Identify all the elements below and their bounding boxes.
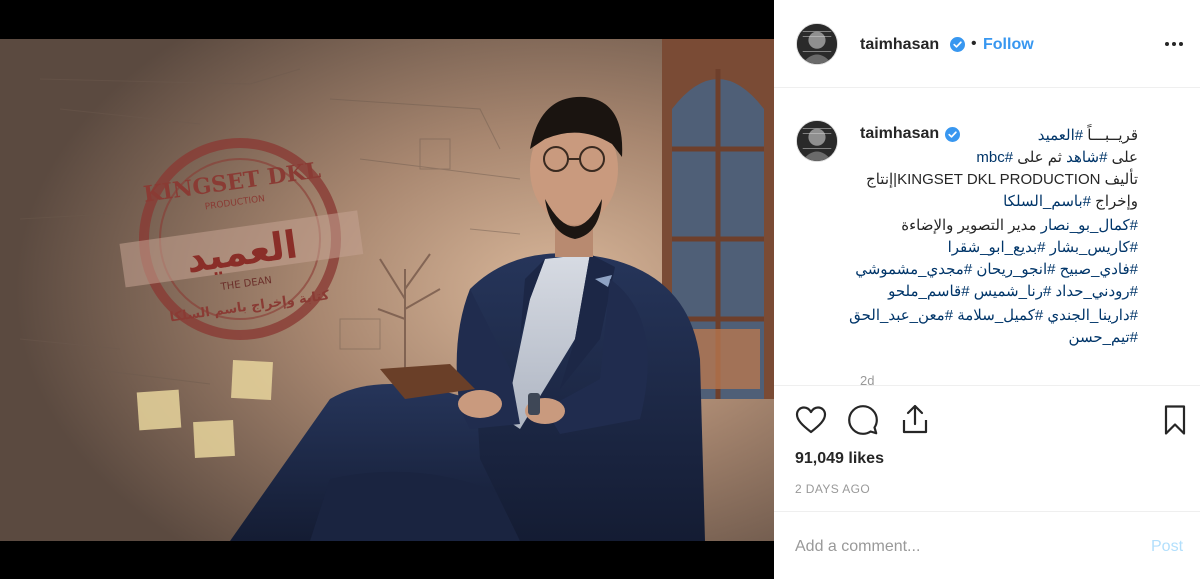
caption-line: #رودني_حداد #رنا_شميس #قاسم_ملحو [888,281,1138,302]
post-media-pane: KINGSET DKL PRODUCTION العميد THE DEAN ك… [0,0,774,579]
hashtag-link[interactable]: #معن_عبد_الحق [849,307,953,324]
avatar[interactable] [796,23,838,65]
hashtag-link[interactable]: #فادي_صبيح [1060,261,1138,278]
hashtag-link[interactable]: #دارينا_الجندي [1047,307,1138,324]
caption-line: على #شاهد ثم على #mbc [976,147,1138,168]
caption-area: taimhasan قريــبـــاً #العميد على #شاهد ث… [774,89,1200,385]
avatar-image [797,121,837,161]
hashtag-link[interactable]: #رودني_حداد [1055,283,1138,300]
post-comment-button[interactable]: Post [1151,538,1183,556]
follow-button[interactable]: Follow [983,36,1034,54]
post-side-panel: taimhasan • Follow taimhasan قريــبـــاً… [774,0,1200,579]
caption-avatar[interactable] [796,120,838,162]
bookmark-icon[interactable] [1158,403,1192,437]
caption-username-link[interactable]: taimhasan [860,125,939,143]
likes-count[interactable]: 91,049 likes [795,450,884,468]
avatar-image [797,24,837,64]
hashtag-link[interactable]: #رنا_شميس [974,283,1052,300]
share-icon[interactable] [898,402,932,436]
caption-line: #كاريس_بشار #بديع_ابو_شقرا [948,237,1138,258]
hashtag-link[interactable]: #شاهد [1066,149,1107,166]
caption-head: taimhasan [860,125,962,143]
hashtag-link[interactable]: #مجدي_مشموشي [855,261,972,278]
caption-text-segment: قريــبـــاً [1087,127,1138,144]
caption-line: #دارينا_الجندي #كميل_سلامة #معن_عبد_الحق [849,305,1138,326]
verified-badge-icon [945,126,961,142]
caption-text-segment: مدير التصوير والإضاءة [901,217,1041,234]
hashtag-link[interactable]: #باسم_السلكا [1003,193,1091,210]
heart-icon[interactable] [794,403,828,437]
verified-badge-icon [950,37,965,52]
caption-line: #تيم_حسن [1069,327,1138,348]
caption-text-segment: ثم على [1013,149,1067,166]
caption-line: تأليف KINGSET DKL PRODUCTION|إنتاج [866,169,1138,190]
hashtag-link[interactable]: #انجو_ريحان [976,261,1055,278]
caption-line: وإخراج #باسم_السلكا [1003,191,1138,212]
caption-timestamp[interactable]: 2d [860,373,874,385]
username-link[interactable]: taimhasan [860,36,939,54]
header-separator: • [971,35,977,52]
caption-text-segment: على [1107,149,1138,166]
caption-text-segment: تأليف KINGSET DKL PRODUCTION|إنتاج [866,171,1138,188]
comment-icon[interactable] [846,403,880,437]
hashtag-link[interactable]: #كميل_سلامة [957,307,1043,324]
hashtag-link[interactable]: #تيم_حسن [1069,329,1138,346]
caption-line: #كمال_بو_نصار مدير التصوير والإضاءة [901,215,1138,236]
caption-text-segment: وإخراج [1091,193,1138,210]
comment-input[interactable] [795,536,1125,558]
post-header: taimhasan • Follow [774,0,1200,88]
hashtag-link[interactable]: #قاسم_ملحو [888,283,969,300]
hashtag-link[interactable]: #كاريس_بشار [1050,239,1138,256]
comment-bar: Post [774,511,1200,579]
hashtag-link[interactable]: #كمال_بو_نصار [1041,217,1138,234]
caption-line: #فادي_صبيح #انجو_ريحان #مجدي_مشموشي [855,259,1138,280]
more-options-icon[interactable] [1162,34,1186,54]
action-bar: 91,049 likes 2 DAYS AGO [774,385,1200,511]
post-age[interactable]: 2 DAYS AGO [795,482,870,496]
post-image[interactable]: KINGSET DKL PRODUCTION العميد THE DEAN ك… [0,39,774,541]
caption-line: قريــبـــاً #العميد [1038,125,1138,146]
hashtag-link[interactable]: #mbc [976,149,1013,166]
hashtag-link[interactable]: #بديع_ابو_شقرا [948,239,1046,256]
hashtag-link[interactable]: #العميد [1038,127,1083,144]
